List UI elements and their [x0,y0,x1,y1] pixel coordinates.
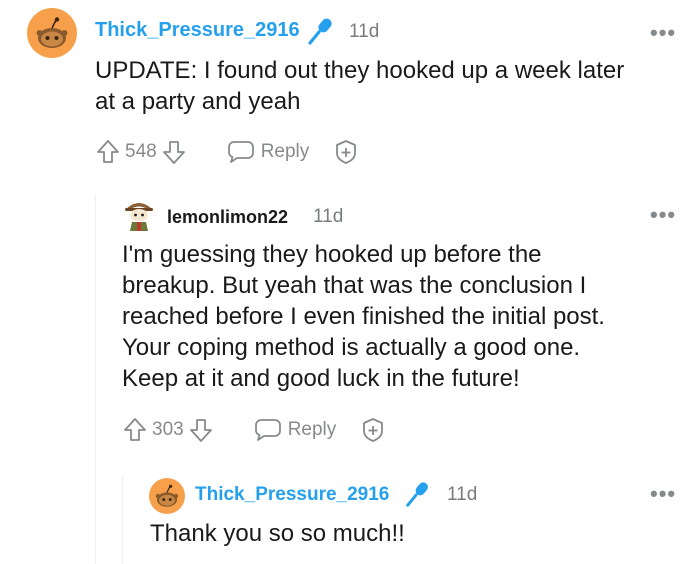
comment-body-line: breakup. But yeah that was the conclusio… [122,272,587,299]
snoo-avatar-icon [36,17,68,48]
avatar[interactable] [122,198,156,232]
comment-actions: 303 Reply [122,417,386,443]
comment-bubble-icon [254,419,281,441]
comment-timestamp: 11d [447,484,478,505]
comment-body-line: UPDATE: I found out they hooked up a wee… [95,57,625,84]
reply-label: Reply [260,141,310,162]
avatar[interactable] [149,478,185,514]
comment-body-line: at a party and yeah [95,88,301,115]
comment-body-line: reached before I even finished the initi… [122,303,605,330]
vote-score: 548 [125,141,157,162]
vote-score: 303 [152,419,184,440]
snoo-avatar-icon [155,484,179,507]
more-options-icon[interactable]: ••• [650,204,676,226]
thread-line-level-2[interactable] [122,475,123,564]
comment-body-line: Keep at it and good luck in the future! [122,365,520,392]
comment-body-line: I'm guessing they hooked up before the [122,241,542,268]
comment-body-line: Thank you so so much!! [150,520,405,547]
downvote-icon[interactable] [188,417,214,443]
more-options-icon[interactable]: ••• [650,22,676,44]
avatar[interactable] [27,8,77,58]
thread-line-level-1[interactable] [95,195,96,564]
snoo-avatar-icon [125,203,153,231]
award-icon[interactable] [360,417,386,443]
comment-author[interactable]: Thick_Pressure_2916 [95,19,300,42]
comment-actions: 548 Reply [95,139,359,165]
downvote-icon[interactable] [161,139,187,165]
upvote-icon[interactable] [95,139,121,165]
comment-body-line: Your coping method is actually a good on… [122,334,581,361]
comment-body: I'm guessing they hooked up before the b… [122,239,605,394]
comment-author[interactable]: Thick_Pressure_2916 [195,484,389,506]
comment-body: UPDATE: I found out they hooked up a wee… [95,55,624,117]
reply-button[interactable]: Reply [227,139,310,165]
more-options-icon[interactable]: ••• [650,483,676,505]
award-icon[interactable] [333,139,359,165]
reply-button[interactable]: Reply [254,417,337,443]
comment-timestamp: 11d [349,21,380,42]
upvote-icon[interactable] [122,417,148,443]
comment-body: Thank you so so much!! [150,518,405,549]
reply-label: Reply [287,419,337,440]
comment-author[interactable]: lemonlimon22 [167,207,288,228]
microphone-icon [406,482,428,507]
microphone-icon [308,18,332,45]
comment-bubble-icon [227,141,254,163]
comment-timestamp: 11d [313,206,344,227]
